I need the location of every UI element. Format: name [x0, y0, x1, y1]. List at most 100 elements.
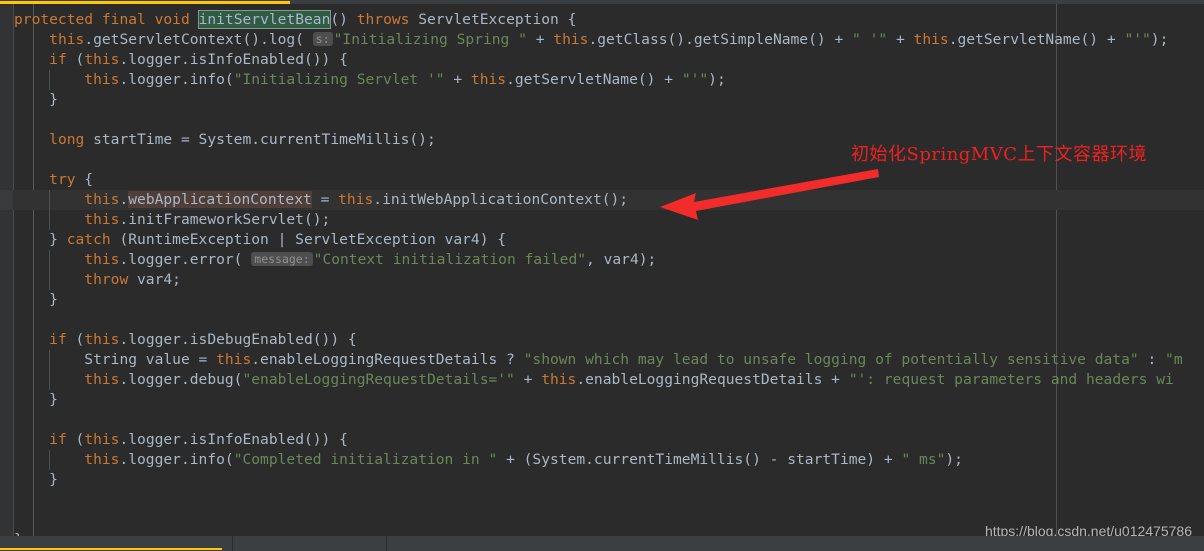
code-token: } [49, 231, 67, 248]
tool-window-tab-strip[interactable] [0, 536, 1204, 551]
keyword-token: this [913, 31, 949, 48]
indent-guide [49, 270, 51, 290]
editor-tab-3[interactable] [524, 0, 744, 4]
code-line[interactable]: } [0, 470, 1204, 490]
code-token: .getClass().getSimpleName() + [588, 31, 853, 48]
editor-window: protected final void initServletBean() t… [0, 0, 1204, 551]
keyword-token: if [49, 51, 67, 68]
tool-tab-separator-2 [386, 536, 387, 551]
keyword-token: final [101, 11, 146, 28]
indent-guide [49, 210, 51, 230]
string-literal: "Initializing Spring " [333, 31, 527, 48]
code-line[interactable]: try { [0, 170, 1204, 190]
code-line[interactable]: this.logger.info("Completed initializati… [0, 450, 1204, 470]
code-line[interactable]: this .getServletContext().log( s: "Initial… [0, 30, 1204, 50]
code-token: var4; [128, 271, 181, 288]
code-line[interactable]: throw var4; [0, 270, 1204, 290]
code-line[interactable]: if (this.logger.isDebugEnabled()) { [0, 330, 1204, 350]
code-token: ); [708, 71, 726, 88]
code-editor-area[interactable]: protected final void initServletBean() t… [0, 10, 1204, 548]
code-token: .logger.error( [119, 251, 243, 268]
code-token: } [49, 471, 58, 488]
code-line[interactable] [0, 110, 1204, 130]
code-line[interactable]: this.logger.error( message: "Context init… [0, 250, 1204, 270]
string-literal: "'" [681, 71, 709, 88]
code-line[interactable]: this.initFrameworkServlet(); [0, 210, 1204, 230]
code-token: String value = [84, 351, 217, 368]
code-token: (RuntimeException | ServletException var… [110, 231, 507, 248]
editor-tab-5[interactable] [980, 0, 1200, 4]
indent-guide [49, 350, 51, 370]
keyword-token: void [154, 11, 190, 28]
string-literal: "enableLoggingRequestDetails='" [242, 371, 515, 388]
string-literal: "shown which may lead to unsafe logging … [523, 351, 1139, 368]
code-token: + [887, 31, 914, 48]
editor-tab-2[interactable] [296, 0, 516, 4]
keyword-token: this [84, 211, 120, 228]
code-line[interactable]: String value = this.enableLoggingRequest… [0, 350, 1204, 370]
code-token: .getServletName() + [948, 31, 1125, 48]
code-line[interactable]: this .logger.info("Initializing Servlet '… [0, 70, 1204, 90]
code-token: .logger.info( [119, 71, 234, 88]
code-token: } [49, 291, 58, 308]
keyword-token: throws [356, 11, 410, 28]
code-token: ServletException { [409, 11, 577, 28]
code-line[interactable]: } catch (RuntimeException | ServletExcep… [0, 230, 1204, 250]
string-literal: "Initializing Servlet '" [233, 71, 445, 88]
string-literal: "Completed initialization in " [233, 451, 498, 468]
code-line[interactable] [0, 490, 1204, 510]
annotation-text: 初始化SpringMVC上下文容器环境 [851, 144, 1148, 165]
code-token: .logger.isDebugEnabled()) { [119, 331, 357, 348]
editor-tab-1[interactable] [2, 0, 290, 4]
keyword-token: this [553, 31, 589, 48]
code-token: : [1138, 351, 1166, 368]
code-line[interactable]: } [0, 90, 1204, 110]
keyword-token: protected [14, 11, 94, 28]
code-token: .initWebApplicationContext(); [373, 191, 629, 208]
indent-guide [49, 250, 51, 270]
code-line[interactable]: protected final void initServletBean() t… [0, 10, 1204, 30]
keyword-token: this [84, 251, 120, 268]
tool-tab-separator-1 [232, 536, 233, 551]
keyword-token: this [470, 71, 507, 88]
code-token: startTime = System.currentTimeMillis(); [84, 131, 436, 148]
code-line[interactable]: if (this.logger.isInfoEnabled()) { [0, 430, 1204, 450]
code-line[interactable]: } [0, 290, 1204, 310]
code-line[interactable]: if (this.logger.isInfoEnabled()) { [0, 50, 1204, 70]
code-token: .initFrameworkServlet(); [119, 211, 331, 228]
code-token: .logger.isInfoEnabled()) { [119, 431, 348, 448]
string-literal: " ms" [901, 451, 946, 468]
inlay-hint: s: [312, 32, 333, 46]
code-token: .logger.info( [119, 451, 234, 468]
code-token: ( [66, 331, 85, 348]
code-token: } [49, 391, 58, 408]
code-token: .logger.debug( [119, 371, 243, 388]
code-token: + [526, 31, 554, 48]
editor-tab-4[interactable] [752, 0, 972, 4]
keyword-token: this [338, 191, 374, 208]
code-token: () [330, 11, 357, 28]
code-token: + [514, 371, 542, 388]
code-token: ( [66, 51, 85, 68]
string-literal: "'" [1124, 31, 1151, 48]
keyword-token: if [49, 331, 67, 348]
code-line[interactable] [0, 310, 1204, 330]
code-line[interactable]: } [0, 390, 1204, 410]
keyword-token: this [84, 191, 120, 208]
code-token: .getServletContext().log( [84, 31, 304, 48]
indent-guide [49, 450, 51, 470]
keyword-token: try [49, 171, 76, 188]
code-line[interactable]: this.webApplicationContext = this.initWe… [0, 190, 1204, 210]
keyword-token: this [84, 431, 120, 448]
code-token: .getServletName() + [506, 71, 682, 88]
code-line[interactable] [0, 410, 1204, 430]
code-line[interactable]: this.logger.debug("enableLoggingRequestD… [0, 370, 1204, 390]
editor-tab-strip[interactable] [0, 0, 1204, 4]
keyword-token: this [84, 331, 120, 348]
